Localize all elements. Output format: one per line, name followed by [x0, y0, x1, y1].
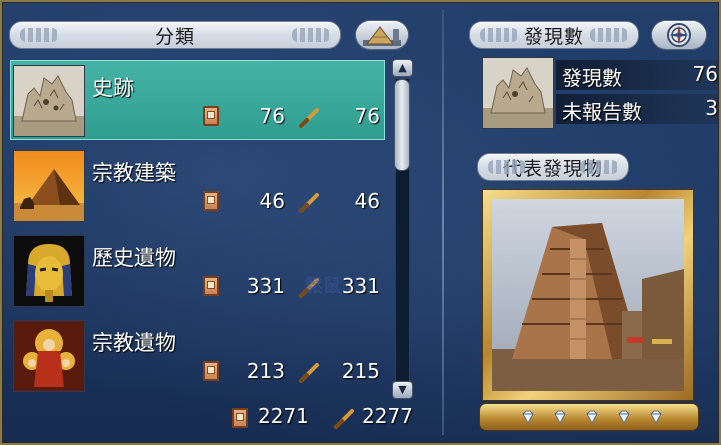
representative-artwork-frame — [483, 190, 693, 400]
found-count: 331 — [246, 274, 285, 298]
book-icon — [203, 276, 219, 296]
category-name: 宗教建築 — [92, 161, 176, 185]
watermark-text: 鬆鼠 — [305, 276, 341, 297]
telescope-icon — [334, 409, 354, 429]
history-site-thumbnail — [13, 65, 85, 137]
diamond-icon — [554, 410, 566, 425]
list-item-historical-relics[interactable]: 歷史遺物 331 331 — [10, 230, 385, 310]
list-scrollbar[interactable]: ▲ ▼ — [392, 60, 413, 400]
panel-divider — [442, 10, 444, 435]
list-item-history[interactable]: 史跡 76 76 — [10, 60, 385, 140]
discovery-header: 發現數 — [470, 22, 638, 48]
religious-icon-thumbnail — [13, 320, 85, 392]
found-count: 76 — [259, 104, 285, 128]
compass-button[interactable] — [652, 21, 706, 49]
telescope-icon — [299, 108, 319, 128]
stat-value-unreported: 3 — [705, 96, 718, 120]
pyramid-icon — [363, 26, 401, 46]
book-icon — [203, 361, 219, 381]
scroll-up-button[interactable]: ▲ — [393, 60, 412, 76]
diamond-icon — [586, 410, 598, 425]
list-item-religious-architecture[interactable]: 宗教建築 46 46 — [10, 145, 385, 225]
rarity-gem-bar — [480, 404, 698, 430]
pyramid-thumbnail — [13, 150, 85, 222]
found-count: 46 — [259, 189, 285, 213]
telescope-icon — [299, 363, 319, 383]
book-icon — [203, 106, 219, 126]
stat-label-found: 發現數 — [562, 66, 622, 90]
category-list: 史跡 76 76 宗教建築 46 46 歷史遺物 331 331 宗教遺物 21… — [10, 60, 388, 400]
scroll-track[interactable] — [395, 78, 410, 382]
total-count: 76 — [354, 104, 380, 128]
book-icon — [232, 408, 248, 428]
diamond-icon — [522, 410, 534, 425]
category-name: 歷史遺物 — [92, 246, 176, 270]
sort-button[interactable] — [356, 21, 408, 49]
category-name: 史跡 — [92, 76, 134, 100]
representative-header-title: 代表發現物 — [502, 157, 603, 180]
diamond-icon — [618, 410, 630, 425]
stat-value-found: 76 — [692, 62, 718, 86]
golden-mask-thumbnail — [13, 235, 85, 307]
found-count: 213 — [246, 359, 285, 383]
telescope-icon — [299, 193, 319, 213]
scroll-down-button[interactable]: ▼ — [393, 382, 412, 398]
diamond-icon — [650, 410, 662, 425]
game-window: 分類 史跡 76 76 宗教建築 46 46 歷史遺物 331 331 宗教遺物… — [0, 0, 721, 445]
category-name: 宗教遺物 — [92, 331, 176, 355]
total-count: 46 — [354, 189, 380, 213]
representative-header: 代表發現物 — [478, 154, 628, 180]
temple-artwork — [492, 199, 684, 391]
category-header-title: 分類 — [154, 25, 195, 48]
book-icon — [203, 191, 219, 211]
total-count: 215 — [341, 359, 380, 383]
list-item-religious-relics[interactable]: 宗教遺物 213 215 — [10, 315, 385, 395]
total-found: 2271 — [258, 404, 309, 428]
discovery-header-title: 發現數 — [523, 25, 584, 48]
category-header: 分類 — [10, 22, 340, 48]
total-all: 2277 — [362, 404, 413, 428]
compass-icon — [667, 23, 691, 47]
stat-label-unreported: 未報告數 — [562, 100, 642, 124]
scroll-thumb[interactable] — [395, 80, 409, 170]
selected-category-thumbnail — [482, 57, 554, 129]
